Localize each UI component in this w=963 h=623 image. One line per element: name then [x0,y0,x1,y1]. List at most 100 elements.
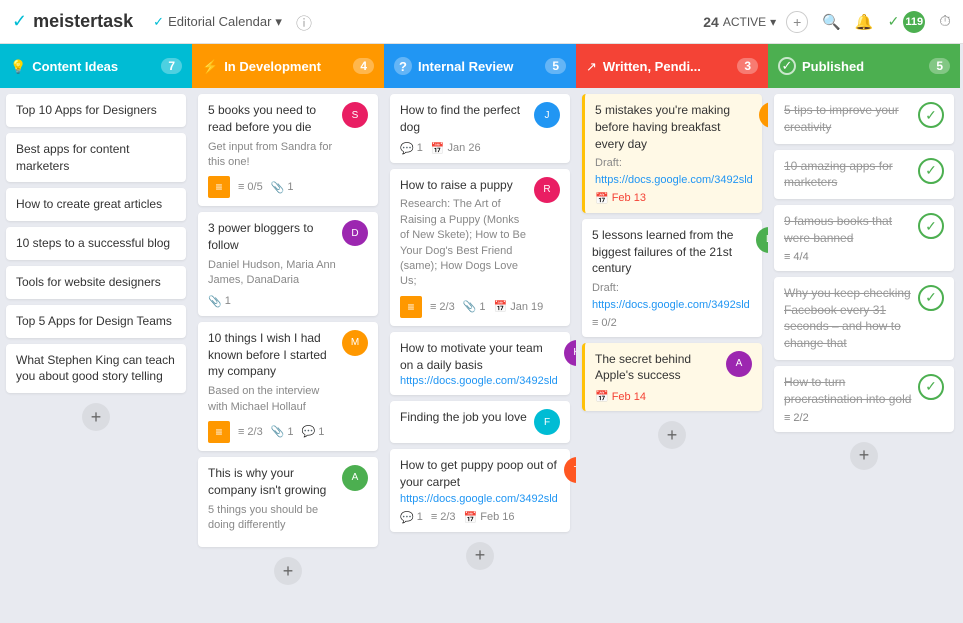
column-header-in-development: ⚡ In Development 4 [192,44,384,88]
card-title: How to motivate your team on a daily bas… [400,340,558,374]
task-card[interactable]: 10 steps to a successful blog [6,227,186,260]
comment-count: 💬1 [302,425,325,438]
logo: ✓ meistertask [12,11,133,32]
avatar: S [342,102,368,128]
card-title: Top 10 Apps for Designers [16,102,176,119]
task-card[interactable]: 10 things I wish I had known before I st… [198,322,378,451]
progress-icon: ≡ [238,426,244,438]
add-icon[interactable]: + [786,11,808,33]
task-card[interactable]: Best apps for content marketers [6,133,186,183]
task-card[interactable]: 5 lessons learned from the biggest failu… [582,219,762,337]
comment-icon: 💬 [400,142,414,155]
task-card[interactable]: What Stephen King can teach you about go… [6,344,186,394]
bell-icon[interactable]: 🔔 [855,13,874,31]
avatar: A [342,465,368,491]
progress-icon: ≡ [238,181,244,193]
task-card[interactable]: This is why your company isn't growing 5… [198,457,378,547]
add-card-button-written-pending[interactable]: + [658,421,686,449]
top-navigation: ✓ meistertask ✓ Editorial Calendar ▾ ⓘ 2… [0,0,963,44]
column-title-written-pending: Written, Pendi... [603,59,731,74]
column-body-internal-review: How to find the perfect dog J 💬1 📅Jan 26… [384,88,576,623]
column-header-published: ✓ Published 5 [768,44,960,88]
clip-icon: 📎 [271,425,285,438]
task-card[interactable]: The secret behind Apple's success A 📅Feb… [582,343,762,412]
calendar-icon: 📅 [595,192,609,205]
column-title-internal-review: Internal Review [418,59,539,74]
column-content-ideas: 💡 Content Ideas 7 Top 10 Apps for Design… [0,44,192,623]
card-subtitle: 5 things you should be doing differently [208,503,336,534]
card-title: 5 mistakes you're making before having b… [595,102,753,152]
attachment-count: 📎1 [271,425,294,438]
task-card[interactable]: How to create great articles [6,188,186,221]
task-card[interactable]: Top 5 Apps for Design Teams [6,305,186,338]
doc-icon: ≡ [208,421,230,443]
task-card[interactable]: Tools for website designers [6,266,186,299]
column-published: ✓ Published 5 5 tips to improve your cre… [768,44,960,623]
add-card-button-internal-review[interactable]: + [466,542,494,570]
card-title: 5 books you need to read before you die [208,102,336,136]
avatar: R [534,177,560,203]
card-title: 3 power bloggers to follow [208,220,336,254]
card-link[interactable]: https://docs.google.com/3492sld [592,299,750,311]
progress-indicator: ≡ 2/2 [784,412,809,424]
task-card[interactable]: 5 tips to improve your creativity ✓ [774,94,954,144]
calendar-icon: 📅 [464,511,478,524]
card-date: 📅Jan 26 [431,142,481,155]
task-card[interactable]: How to turn procrastination into gold ≡ … [774,366,954,432]
notifications-badge[interactable]: ✓ 119 [888,11,926,33]
task-card[interactable]: How to find the perfect dog J 💬1 📅Jan 26 [390,94,570,163]
calendar-icon: 📅 [494,300,508,313]
progress-indicator: ≡ 2/3 [430,301,455,313]
task-card[interactable]: 10 amazing apps for marketers ✓ [774,150,954,200]
task-card[interactable]: 5 books you need to read before you die … [198,94,378,206]
published-check-icon: ✓ [918,102,944,128]
card-title: How to get puppy poop out of your carpet [400,457,558,491]
card-link[interactable]: https://docs.google.com/3492sld [400,375,558,387]
avatar: L [756,227,768,253]
progress-indicator: ≡ 0/5 [238,181,263,193]
card-link[interactable]: https://docs.google.com/3492sld [400,493,558,505]
published-check-icon: ✓ [918,213,944,239]
task-card[interactable]: How to motivate your team on a daily bas… [390,332,570,396]
logo-check-icon: ✓ [12,11,27,32]
progress-indicator: ≡ 2/3 [238,426,263,438]
card-title: Why you keep checking Facebook every 31 … [784,285,912,352]
card-title: How to turn procrastination into gold [784,374,912,408]
card-link[interactable]: https://docs.google.com/3492sld [595,174,753,186]
comment-count: 💬1 [400,142,423,155]
task-card[interactable]: 3 power bloggers to follow Daniel Hudson… [198,212,378,315]
card-date: 📅Feb 14 [595,390,646,403]
chevron-down-icon: ▾ [275,14,282,30]
column-in-development: ⚡ In Development 4 5 books you need to r… [192,44,384,623]
info-icon[interactable]: ⓘ [296,10,312,34]
clip-icon: 📎 [463,300,477,313]
search-icon[interactable]: 🔍 [822,13,841,31]
task-card[interactable]: Finding the job you love F [390,401,570,443]
project-name: Editorial Calendar [168,14,271,29]
badge-count: 119 [903,11,925,33]
column-title-content-ideas: Content Ideas [32,59,155,74]
add-card-button-in-development[interactable]: + [274,557,302,585]
avatar: D [342,220,368,246]
project-selector[interactable]: ✓ Editorial Calendar ▾ [153,14,282,30]
task-card[interactable]: How to raise a puppy Research: The Art o… [390,169,570,326]
card-title: 10 things I wish I had known before I st… [208,330,336,380]
add-card-button-content-ideas[interactable]: + [82,403,110,431]
active-count: 24 ACTIVE ▾ [703,14,776,30]
column-internal-review: ? Internal Review 5 How to find the perf… [384,44,576,623]
task-card[interactable]: 9 famous books that were banned ≡ 4/4 ✓ [774,205,954,271]
clock-icon[interactable]: ⏱ [939,13,951,30]
column-body-in-development: 5 books you need to read before you die … [192,88,384,623]
task-card[interactable]: 5 mistakes you're making before having b… [582,94,762,213]
add-card-button-published[interactable]: + [850,442,878,470]
task-card[interactable]: Top 10 Apps for Designers [6,94,186,127]
column-body-content-ideas: Top 10 Apps for Designers Best apps for c… [0,88,192,623]
task-card[interactable]: Why you keep checking Facebook every 31 … [774,277,954,360]
progress-icon: ≡ [431,511,437,523]
avatar: A [726,351,752,377]
card-date: 📅Jan 19 [494,300,544,313]
task-card[interactable]: How to get puppy poop out of your carpet… [390,449,570,532]
card-subtitle: Based on the interview with Michael Holl… [208,384,336,415]
doc-icon: ≡ [400,296,422,318]
card-title: How to create great articles [16,196,176,213]
